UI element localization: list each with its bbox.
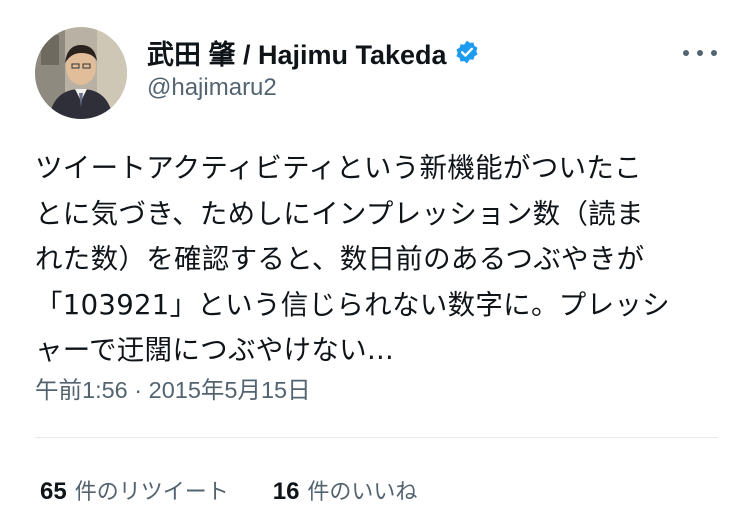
divider [35,437,718,438]
author-handle[interactable]: @hajimaru2 [147,74,277,102]
author-name-row[interactable]: 武田 肇 / Hajimu Takeda [147,34,480,70]
more-options-icon[interactable] [683,48,717,58]
tweet-line: ツイートアクティビティという新機能がついたこ [35,152,642,184]
more-dot [683,50,689,56]
more-dot [697,50,703,56]
tweet-line: とに気づき、ためしにインプレッション数（読ま [35,197,644,230]
like-count[interactable]: 16 [273,478,300,506]
author-display-name[interactable]: 武田 肇 / Hajimu Takeda [147,33,447,72]
tweet-line: 「103921」という信じられない数字に。プレッシ [35,288,670,321]
avatar[interactable] [35,27,127,119]
tweet-timestamp[interactable]: 午前1:56 · 2015年5月15日 [35,371,311,405]
like-label[interactable]: 件のいいね [307,474,417,506]
tweet-text: ツイートアクティビティという新機能がついたこ とに気づき、ためしにインプレッショ… [35,146,725,374]
retweet-label[interactable]: 件のリツイート [75,474,229,506]
tweet-stats: 65 件のリツイート 16 件のいいね [40,474,417,506]
tweet-line: れた数）を確認すると、数日前のあるつぶやきが [35,243,645,275]
tweet-line: ャーで迂闊につぶやけない... [35,334,395,366]
verified-badge-icon [454,39,480,65]
more-dot [711,50,717,56]
retweet-count[interactable]: 65 [40,478,67,506]
